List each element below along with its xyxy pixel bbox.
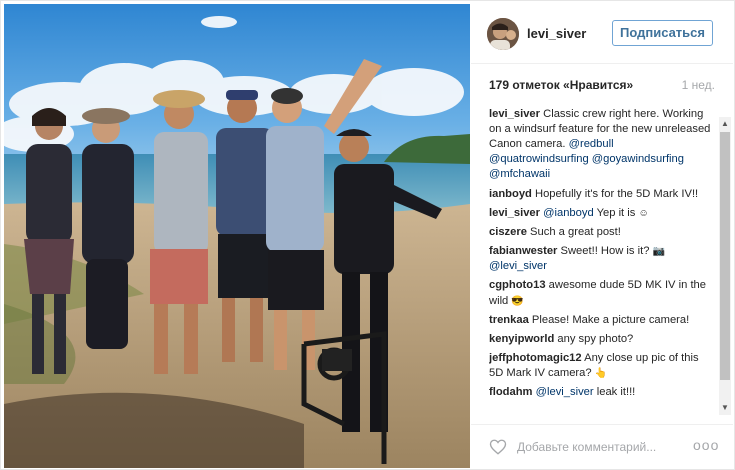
comment-item: levi_siver Classic crew right here. Work… (489, 107, 711, 182)
post-header: levi_siver Подписаться (471, 4, 733, 64)
post-author-username[interactable]: levi_siver (527, 26, 586, 41)
comment-list: levi_siver Classic crew right here. Work… (489, 107, 711, 419)
avatar[interactable] (487, 18, 519, 50)
add-comment-input[interactable] (517, 436, 682, 458)
comment-item: levi_siver @ianboyd Yep it is ☺ (489, 206, 711, 221)
comment-item: fabianwester Sweet!! How is it? 📷 @levi_s… (489, 244, 711, 274)
scroll-up-arrow-icon[interactable]: ▲ (719, 117, 731, 131)
comment-item: jeffphotomagic12 Any close up pic of thi… (489, 351, 711, 381)
photo-scene (4, 4, 470, 468)
smile-emoji-icon: ☺ (638, 207, 649, 219)
post-window: levi_siver Подписаться 179 отметок «Нрав… (0, 0, 735, 470)
post-photo[interactable] (4, 4, 470, 468)
comment-username[interactable]: fabianwester (489, 245, 557, 257)
camera-body (322, 349, 352, 371)
comment-text: any spy photo? (554, 332, 634, 345)
comment-item: kenyipworld any spy photo? (489, 332, 711, 347)
comment-username[interactable]: trenkaa (489, 314, 529, 326)
comment-username[interactable]: flodahm (489, 386, 533, 398)
scrollbar-thumb[interactable] (720, 132, 730, 380)
comment-text: Yep it is (593, 206, 639, 219)
comment-username[interactable]: ianboyd (489, 188, 532, 200)
post-timestamp[interactable]: 1 нед. (682, 78, 715, 92)
camera-emoji-icon: 📷 (652, 246, 665, 258)
likes-count[interactable]: 179 отметок «Нравится» (489, 78, 633, 92)
comment-mention[interactable]: @levi_siver (536, 386, 594, 398)
follow-button[interactable]: Подписаться (612, 20, 713, 46)
pointing-up-emoji-icon: 👆 (594, 368, 608, 380)
comment-item: cgphoto13 awesome dude 5D MK IV in the w… (489, 278, 711, 308)
comment-username[interactable]: cgphoto13 (489, 279, 546, 291)
comment-text: Sweet!! How is it? (557, 245, 653, 258)
sunglasses-emoji-icon: 😎 (511, 295, 524, 307)
scroll-down-arrow-icon[interactable]: ▼ (719, 401, 731, 415)
comment-item: flodahm @levi_siver leak it!!! (489, 385, 711, 400)
comment-text: Hopefully it's for the 5D Mark IV!! (531, 187, 699, 200)
comment-mention[interactable]: @ianboyd (543, 207, 594, 219)
more-options-icon[interactable]: ooo (693, 437, 719, 453)
comment-mention[interactable]: @levi_siver (489, 260, 547, 272)
comment-username[interactable]: jeffphotomagic12 (489, 352, 582, 364)
comment-text: Such a great post! (526, 225, 621, 238)
comment-text: leak it!!! (593, 386, 636, 399)
comment-item: trenkaa Please! Make a picture camera! (489, 313, 711, 328)
like-heart-icon[interactable] (489, 438, 507, 456)
post-footer: ooo (471, 424, 733, 468)
avatar-image (487, 18, 519, 50)
comment-item: ciszere Such a great post! (489, 225, 711, 240)
comments-scrollbar[interactable]: ▲ ▼ (719, 117, 731, 415)
comment-mention[interactable]: @goyawindsurfing (592, 153, 684, 165)
comment-username[interactable]: kenyipworld (489, 333, 554, 345)
comment-username[interactable]: ciszere (489, 226, 527, 238)
likes-row: 179 отметок «Нравится» 1 нед. (489, 78, 715, 96)
comment-mention[interactable]: @quatrowindsurfing (489, 153, 589, 165)
comment-username[interactable]: levi_siver (489, 207, 540, 219)
comment-text: Please! Make a picture camera! (528, 313, 690, 326)
comment-username[interactable]: levi_siver (489, 108, 540, 120)
comment-item: ianboyd Hopefully it's for the 5D Mark I… (489, 187, 711, 202)
comment-mention[interactable]: @mfchawaii (489, 168, 550, 180)
post-sidebar: levi_siver Подписаться 179 отметок «Нрав… (471, 4, 733, 468)
comment-mention[interactable]: @redbull (569, 138, 614, 150)
